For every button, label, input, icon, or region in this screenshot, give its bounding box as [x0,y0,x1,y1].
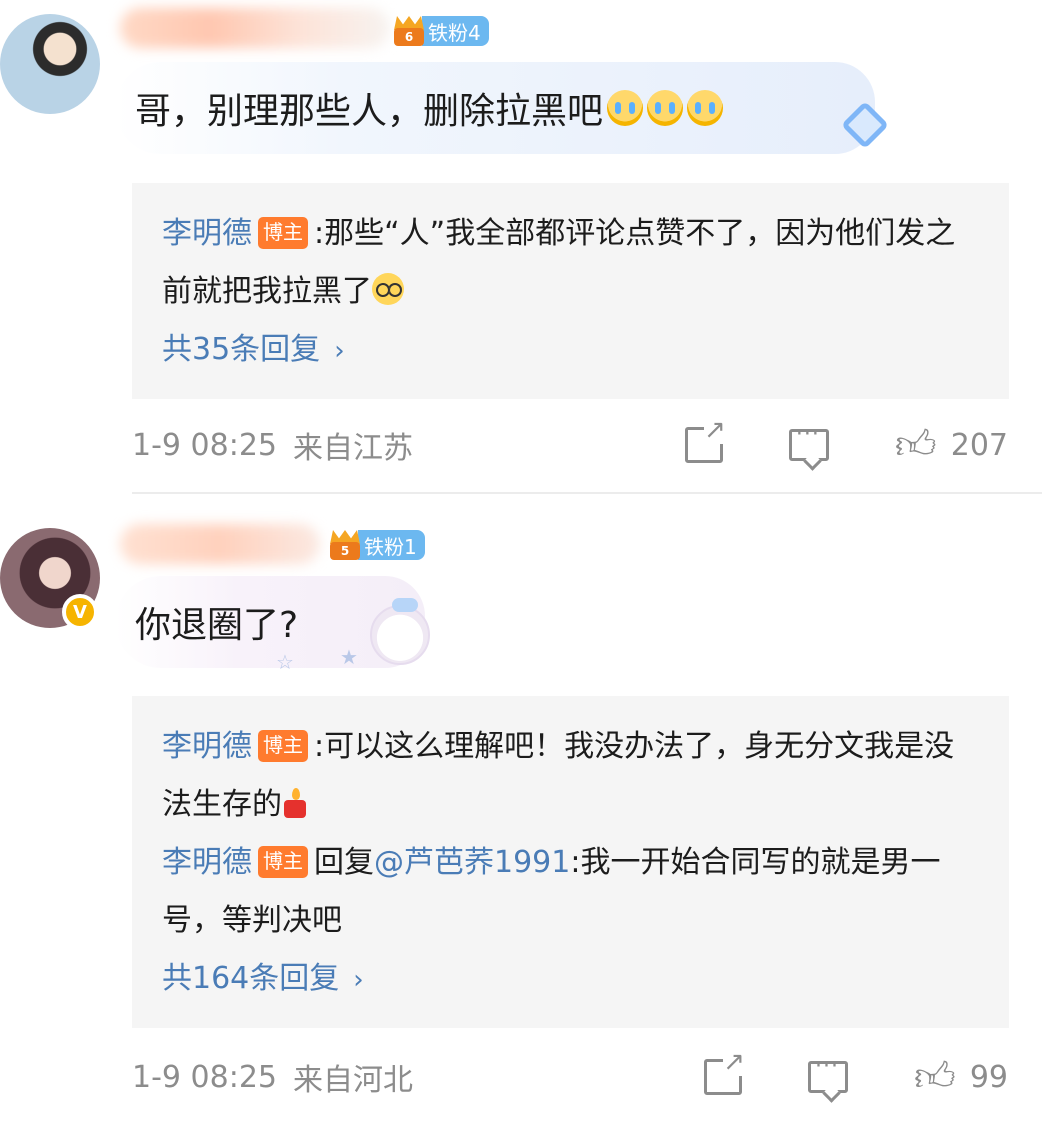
chevron-right-icon: › [353,965,364,995]
host-badge: 博主 [258,846,308,878]
comment-meta: 1-9 08:25 来自江苏 👍︎ 207 [132,416,1008,470]
share-icon[interactable] [684,416,726,463]
comment-text: 你退圈了? [135,605,299,646]
fan-badge[interactable]: 5 铁粉1 [326,528,425,562]
username-blurred[interactable] [120,8,390,48]
fan-level-label: 铁粉1 [358,530,425,560]
comment-text: 哥，别理那些人，删除拉黑吧 [135,91,604,132]
reply-author[interactable]: 李明德 [162,216,252,251]
comment-location: 来自江苏 [293,431,413,466]
reply-box[interactable]: 李明德 博主:可以这么理解吧！我没办法了，身无分文我是没法生存的 李明德 博主 回复@… [132,696,1009,1028]
divider [132,492,1042,494]
verified-icon: V [62,594,98,630]
like-button[interactable]: 👍︎ 99 [914,1057,1008,1097]
crying-emoji-icon [687,90,724,126]
action-bar: 👍︎ 207 [684,416,1008,465]
like-count: 207 [950,427,1008,463]
star-decoration-icon: ★ [340,645,358,669]
fan-level-label: 铁粉4 [422,16,489,46]
reply-box[interactable]: 李明德 博主:那些“人”我全部都评论点赞不了，因为他们发之前就把我拉黑了 共35条… [132,183,1009,399]
host-badge: 博主 [258,217,308,249]
star-decoration-icon: ☆ [276,650,294,674]
crying-emoji-icon [647,90,684,126]
action-bar: 👍︎ 99 [704,1048,1008,1097]
reply-prefix: 回复 [314,845,374,880]
crown-icon: 5 [326,528,364,562]
more-replies-link[interactable]: 共164条回复 › [162,950,979,1009]
comment-meta: 1-9 08:25 来自河北 👍︎ 99 [132,1048,1008,1102]
bunny-decoration-icon [370,605,430,665]
more-replies-link[interactable]: 共35条回复 › [162,321,979,380]
reply-item: 李明德 博主 回复@芦芭荞1991:我一开始合同写的就是男一号，等判决吧 [162,834,979,950]
reply-author[interactable]: 李明德 [162,729,252,764]
bow-decoration-icon [392,598,418,612]
like-icon: 👍︎ [894,422,937,468]
crying-emoji-icon [607,90,644,126]
comment-location: 来自河北 [293,1063,413,1098]
chevron-right-icon: › [334,336,345,366]
fan-badge[interactable]: 6 铁粉4 [390,14,489,48]
reply-item: 李明德 博主:那些“人”我全部都评论点赞不了，因为他们发之前就把我拉黑了 [162,205,979,321]
username-blurred[interactable] [120,524,320,564]
share-icon[interactable] [704,1048,745,1095]
host-badge: 博主 [258,730,308,762]
mention-link[interactable]: @芦芭荞1991 [374,845,570,880]
avatar[interactable] [0,14,100,114]
comment-time: 1-9 08:25 [132,427,277,463]
comment-icon[interactable] [788,422,829,461]
candle-emoji-icon [282,788,308,818]
like-button[interactable]: 👍︎ 207 [895,425,1008,465]
comment-bubble[interactable]: 哥，别理那些人，删除拉黑吧 [115,62,875,154]
crown-icon: 6 [390,14,428,48]
reply-author[interactable]: 李明德 [162,845,252,880]
comment-time: 1-9 08:25 [132,1059,277,1095]
like-count: 99 [969,1059,1008,1095]
comment-icon[interactable] [808,1054,848,1093]
reply-item: 李明德 博主:可以这么理解吧！我没办法了，身无分文我是没法生存的 [162,718,979,834]
like-icon: 👍︎ [914,1054,956,1100]
glasses-emoji-icon [372,273,404,305]
